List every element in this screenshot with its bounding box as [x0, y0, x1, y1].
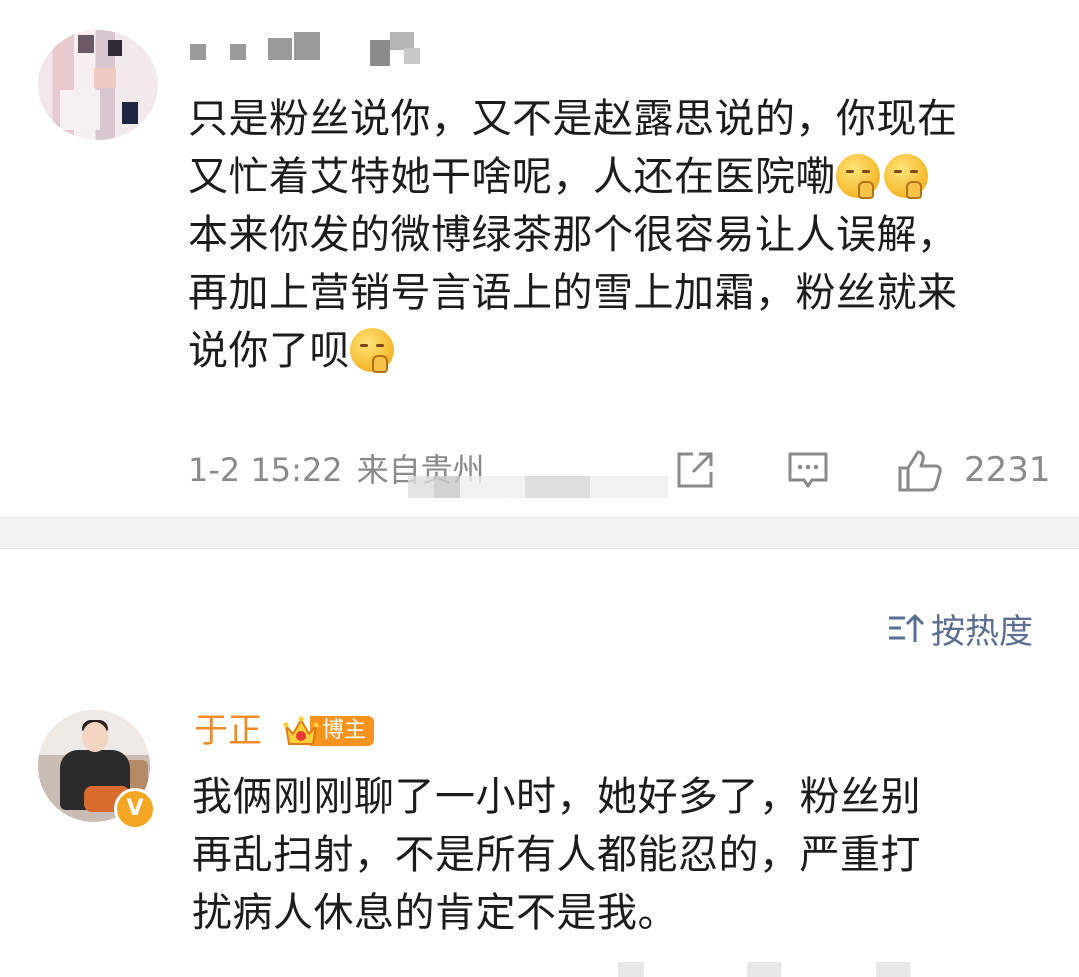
shush-face-icon	[836, 154, 880, 199]
commenter-username-blurred[interactable]	[190, 32, 430, 68]
crown-icon	[283, 716, 319, 745]
comment-line: 说你了呗	[188, 322, 1058, 380]
reply-body: 我俩刚刚聊了一小时，她好多了，粉丝别 再乱扫射，不是所有人都能忍的，严重打 扰病…	[192, 768, 1022, 942]
comment-line: 只是粉丝说你，又不是赵露思说的，你现在	[188, 96, 958, 142]
shush-face-icon	[350, 328, 394, 373]
like-count: 2231	[964, 450, 1051, 490]
sort-icon	[889, 613, 925, 642]
reply-line: 扰病人休息的肯定不是我。	[192, 890, 678, 936]
comment-icon[interactable]	[786, 448, 830, 492]
blogger-badge: 博主	[282, 712, 376, 750]
blogger-username[interactable]: 于正	[194, 708, 262, 754]
sort-by-hot-button[interactable]: 按热度	[887, 606, 1033, 652]
verified-badge-icon: V	[114, 788, 156, 830]
share-icon[interactable]	[673, 448, 717, 492]
comment-line: 再加上营销号言语上的雪上加霜，粉丝就来	[188, 270, 958, 316]
comment-body: 只是粉丝说你，又不是赵露思说的，你现在 又忙着艾特她干啥呢，人还在医院嘞 本来你…	[188, 90, 1058, 380]
reply-line: 再乱扫射，不是所有人都能忍的，严重打	[192, 832, 921, 878]
next-meta-row-partial	[188, 962, 1048, 977]
comment-time: 1-2 15:22	[188, 451, 343, 489]
shush-face-icon	[884, 154, 928, 199]
comment-line: 又忙着艾特她干啥呢，人还在医院嘞	[188, 148, 1058, 206]
comment-meta-row: 1-2 15:22 来自贵州 2231	[188, 448, 1051, 498]
like-thumb-icon[interactable]	[896, 448, 944, 494]
comment-line: 本来你发的微博绿茶那个很容易让人误解，	[188, 212, 958, 258]
commenter-avatar[interactable]	[38, 30, 158, 140]
section-divider	[0, 517, 1079, 549]
sort-label: 按热度	[931, 611, 1033, 652]
watermark-blur	[408, 476, 668, 498]
reply-line: 我俩刚刚聊了一小时，她好多了，粉丝别	[192, 774, 921, 820]
